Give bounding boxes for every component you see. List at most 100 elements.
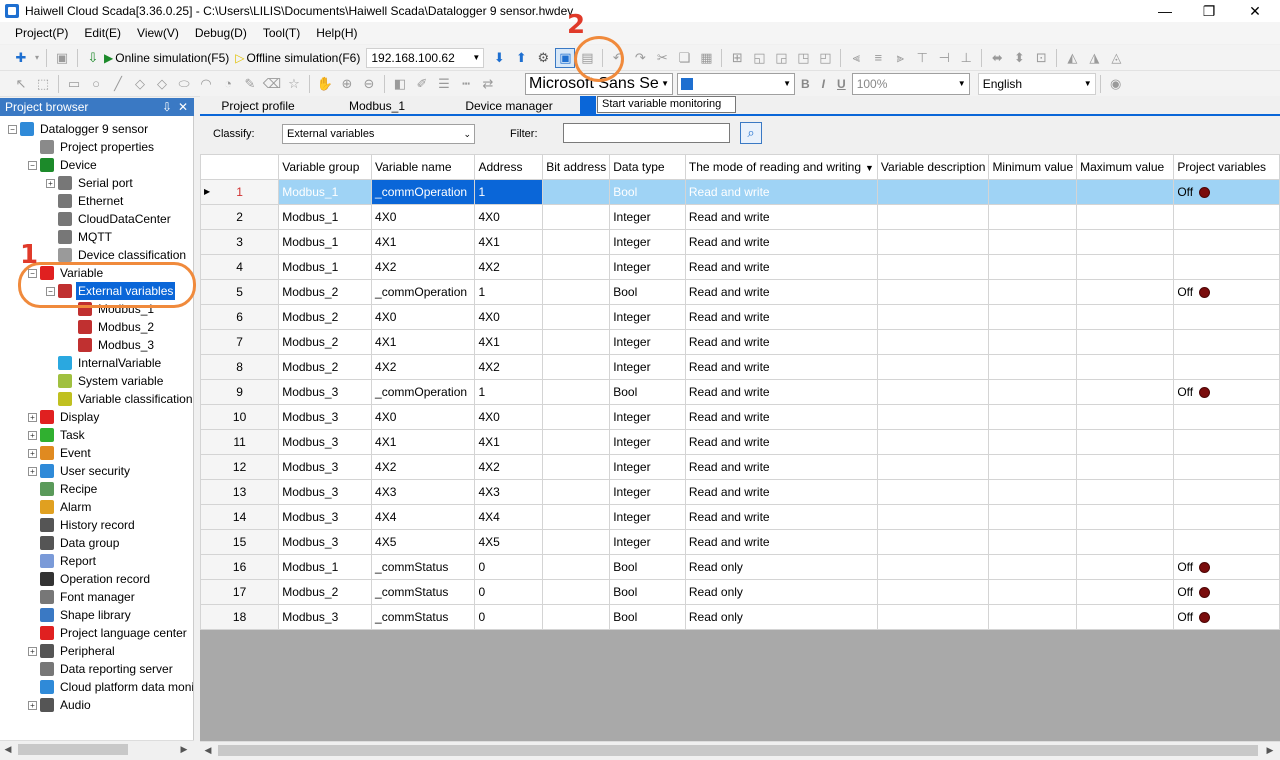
table-cell[interactable] bbox=[988, 229, 1078, 255]
table-cell[interactable]: 4X4 bbox=[371, 504, 476, 530]
table-cell[interactable]: 4X5 bbox=[474, 529, 544, 555]
table-cell[interactable]: Off bbox=[1173, 579, 1280, 605]
table-row[interactable]: 17 Modbus_2 _commStatus 0 Bool Read only Off bbox=[200, 579, 1280, 605]
grid-horizontal-scrollbar[interactable]: ◀ ▶ bbox=[200, 741, 1280, 758]
table-cell[interactable]: Off bbox=[1173, 604, 1280, 630]
record-icon[interactable]: ◉ bbox=[1106, 74, 1126, 94]
table-cell[interactable] bbox=[1076, 604, 1175, 630]
table-row[interactable]: 14 Modbus_3 4X4 4X4 Integer Read and write bbox=[200, 504, 1280, 530]
table-cell[interactable] bbox=[1076, 279, 1175, 305]
table-cell[interactable]: Bool bbox=[609, 579, 686, 605]
table-cell[interactable]: Modbus_1 bbox=[278, 204, 373, 230]
table-cell[interactable]: 4X2 bbox=[371, 354, 476, 380]
table-cell[interactable] bbox=[988, 579, 1078, 605]
table-cell[interactable]: 4X4 bbox=[474, 504, 544, 530]
scroll-left-icon[interactable]: ◀ bbox=[200, 742, 216, 759]
table-cell[interactable]: Off bbox=[1173, 554, 1280, 580]
diamond-icon[interactable]: ◇ bbox=[130, 74, 150, 94]
table-cell[interactable] bbox=[988, 404, 1078, 430]
group-icon[interactable]: ⊞ bbox=[727, 48, 747, 68]
tree-item[interactable]: + User security bbox=[28, 462, 132, 480]
pointer-icon[interactable]: ↖ bbox=[11, 74, 31, 94]
table-cell[interactable] bbox=[1173, 229, 1280, 255]
same-height-icon[interactable]: ⬍ bbox=[1009, 48, 1029, 68]
polygon-icon[interactable]: ◇ bbox=[152, 74, 172, 94]
table-cell[interactable]: 4X5 bbox=[371, 529, 476, 555]
send-backward-icon[interactable]: ◰ bbox=[815, 48, 835, 68]
table-cell[interactable] bbox=[988, 604, 1078, 630]
tree-item[interactable]: Data group bbox=[28, 534, 121, 552]
tab-device-manager[interactable]: Device manager bbox=[438, 96, 580, 116]
table-cell[interactable]: 4X1 bbox=[474, 429, 544, 455]
download-project-icon[interactable]: ⬇ bbox=[489, 48, 509, 68]
pie-icon[interactable]: ◔ bbox=[218, 74, 238, 94]
table-cell[interactable]: 0 bbox=[474, 604, 544, 630]
tree-item[interactable]: Operation record bbox=[28, 570, 152, 588]
line-icon[interactable]: ╱ bbox=[108, 74, 128, 94]
tree-item[interactable]: History record bbox=[28, 516, 137, 534]
flip-horizontal-icon[interactable]: ◭ bbox=[1062, 48, 1082, 68]
table-cell[interactable] bbox=[876, 504, 990, 530]
table-cell[interactable]: Integer bbox=[609, 429, 686, 455]
table-row[interactable]: 12 Modbus_3 4X2 4X2 Integer Read and write bbox=[200, 454, 1280, 480]
eraser-icon[interactable]: ⌫ bbox=[262, 74, 282, 94]
table-cell[interactable] bbox=[988, 479, 1078, 505]
start-variable-monitoring-icon[interactable]: ▣ bbox=[555, 47, 576, 68]
table-cell[interactable]: 4X1 bbox=[371, 429, 476, 455]
table-cell[interactable]: Modbus_3 bbox=[278, 429, 373, 455]
underline-button[interactable]: U bbox=[837, 77, 846, 91]
table-cell[interactable]: Read and write bbox=[684, 229, 878, 255]
column-header[interactable]: Address bbox=[474, 154, 544, 180]
table-cell[interactable]: Integer bbox=[609, 529, 686, 555]
table-cell[interactable]: Modbus_3 bbox=[278, 504, 373, 530]
collapse-icon[interactable]: − bbox=[8, 124, 17, 134]
table-cell[interactable] bbox=[542, 529, 611, 555]
table-row[interactable]: 5 Modbus_2 _commOperation 1 Bool Read and wri… bbox=[200, 279, 1280, 305]
expand-icon[interactable]: + bbox=[28, 700, 37, 710]
tab-modbus-1[interactable]: Modbus_1 bbox=[316, 96, 438, 116]
align-left-icon[interactable]: ⫷ bbox=[846, 48, 866, 68]
table-cell[interactable] bbox=[542, 604, 611, 630]
table-cell[interactable] bbox=[988, 504, 1078, 530]
table-cell[interactable]: Read only bbox=[684, 604, 878, 630]
table-cell[interactable] bbox=[1076, 329, 1175, 355]
table-cell[interactable] bbox=[988, 179, 1078, 205]
table-cell[interactable]: 4X0 bbox=[474, 204, 544, 230]
table-cell[interactable]: 1 bbox=[474, 179, 544, 205]
table-cell[interactable] bbox=[1076, 254, 1175, 280]
scroll-right-icon[interactable]: ▶ bbox=[176, 741, 192, 758]
hand-icon[interactable]: ✋ bbox=[315, 74, 335, 94]
online-simulation-icon[interactable]: ▶ bbox=[104, 51, 113, 65]
table-cell[interactable]: 1 bbox=[474, 379, 544, 405]
tree-item[interactable]: InternalVariable bbox=[46, 354, 163, 372]
table-cell[interactable] bbox=[876, 554, 990, 580]
table-cell[interactable] bbox=[542, 229, 611, 255]
table-cell[interactable]: Read only bbox=[684, 579, 878, 605]
table-cell[interactable]: Off bbox=[1173, 179, 1280, 205]
expand-icon[interactable]: + bbox=[28, 430, 37, 440]
tree-item[interactable]: Recipe bbox=[28, 480, 99, 498]
table-cell[interactable]: Modbus_3 bbox=[278, 604, 373, 630]
expand-icon[interactable]: + bbox=[46, 178, 55, 188]
table-row[interactable]: 13 Modbus_3 4X3 4X3 Integer Read and write bbox=[200, 479, 1280, 505]
table-cell[interactable]: Read and write bbox=[684, 504, 878, 530]
expand-icon[interactable]: + bbox=[28, 448, 37, 458]
table-cell[interactable]: Integer bbox=[609, 504, 686, 530]
fill-color-icon[interactable]: ◧ bbox=[390, 74, 410, 94]
tree-item[interactable]: Alarm bbox=[28, 498, 93, 516]
paste-icon[interactable]: ▦ bbox=[696, 48, 716, 68]
download-icon[interactable]: ⇩ bbox=[83, 48, 103, 68]
table-cell[interactable] bbox=[542, 204, 611, 230]
tab-project-profile[interactable]: Project profile bbox=[200, 96, 316, 116]
table-cell[interactable]: 4X3 bbox=[474, 479, 544, 505]
table-cell[interactable]: Read and write bbox=[684, 254, 878, 280]
tree-item[interactable]: MQTT bbox=[46, 228, 114, 246]
table-cell[interactable] bbox=[542, 579, 611, 605]
tree-item[interactable]: Report bbox=[28, 552, 98, 570]
table-cell[interactable]: Modbus_1 bbox=[278, 179, 373, 205]
pin-icon[interactable]: ⇩ bbox=[162, 98, 172, 116]
column-header[interactable]: Variable name bbox=[371, 154, 476, 180]
tree-item[interactable]: Modbus_2 bbox=[66, 318, 156, 336]
table-cell[interactable]: 4X2 bbox=[474, 254, 544, 280]
minimize-button[interactable]: — bbox=[1143, 0, 1187, 22]
